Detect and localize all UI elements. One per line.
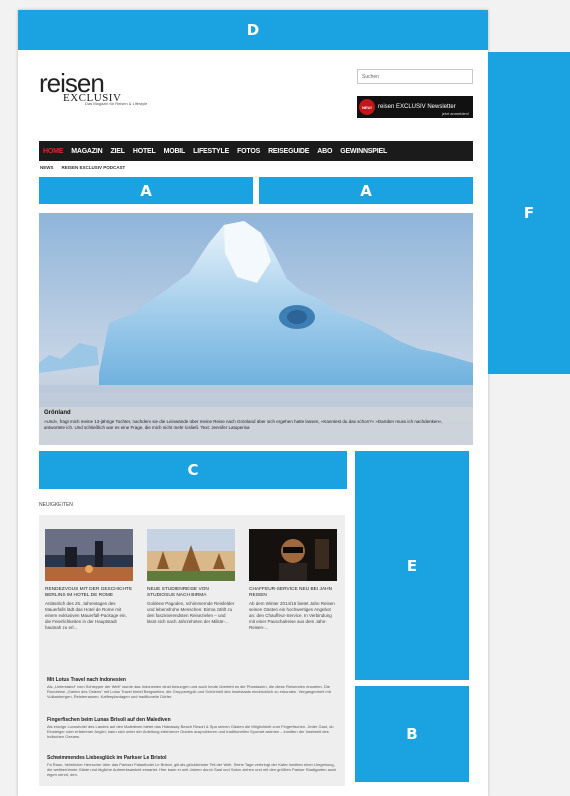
news-article-title: Fingerfischen beim Lunas Brisoli auf den… xyxy=(47,717,171,723)
ad-slot-c[interactable]: C xyxy=(39,451,347,489)
ad-slot-a-right[interactable]: A xyxy=(259,177,473,204)
nav-item-ziel[interactable]: ZIEL xyxy=(110,148,125,155)
subnav-item-podcast[interactable]: REISEN EXCLUSIV PODCAST xyxy=(62,165,126,170)
news-card-image xyxy=(147,529,235,581)
newsletter-new-badge: NEU! xyxy=(359,99,375,115)
main-nav: HOME MAGAZIN ZIEL HOTEL MOBIL LIFESTYLE … xyxy=(39,141,473,161)
hero-image[interactable]: Grönland »Und«, fragt mich meine 13-jähr… xyxy=(39,213,473,445)
site-tagline: Das Magazin für Reisen & Lifestyle xyxy=(85,101,148,106)
ad-slot-e[interactable]: E xyxy=(355,451,469,680)
news-card-image xyxy=(45,529,133,581)
news-card-text: Goldene Pagoden, schimmernde Reisfelder … xyxy=(147,601,235,624)
news-article[interactable]: Schwimmendes Liebesglück im Parkser Le B… xyxy=(47,755,337,777)
nav-item-gewinnspiel[interactable]: GEWINNSPIEL xyxy=(340,148,387,155)
news-card[interactable]: CHAFFEUR-SERVICE NEU BEI JAHN REISEN Ab … xyxy=(249,529,337,631)
nav-item-reiseguide[interactable]: REISEGUIDE xyxy=(268,148,309,155)
newsletter-label: reisen EXCLUSIV Newsletter xyxy=(378,103,456,110)
newsletter-sub-label: jetzt anmelden! xyxy=(441,111,469,116)
news-card[interactable]: NEUE STUDIENREISE VON STUDIOSUS NACH BIR… xyxy=(147,529,235,625)
news-article-text: Fa Raon, heimlicher Herrscher über das P… xyxy=(47,762,337,777)
site-logo[interactable]: reisen EXCLUSIV xyxy=(39,70,121,104)
ad-slot-f[interactable]: F xyxy=(488,52,570,374)
nav-item-lifestyle[interactable]: LIFESTYLE xyxy=(193,148,229,155)
nav-item-fotos[interactable]: FOTOS xyxy=(237,148,260,155)
news-card-title: NEUE STUDIENREISE VON STUDIOSUS NACH BIR… xyxy=(147,587,209,598)
newsletter-banner[interactable]: NEU! reisen EXCLUSIV Newsletter jetzt an… xyxy=(357,96,473,118)
news-card-text: Ab dem Winter 2014/15 bietet Jahn Reisen… xyxy=(249,601,335,630)
news-card-title: CHAFFEUR-SERVICE NEU BEI JAHN REISEN xyxy=(249,587,333,598)
news-section: RENDEZVOUS MIT DER GESCHICHTE BERLINS IM… xyxy=(39,515,345,786)
news-article-title: Mit Lotus Travel nach Indonesien xyxy=(47,677,126,683)
nav-item-magazin[interactable]: MAGAZIN xyxy=(71,148,102,155)
news-article-text: Als einzige Luxushotel des Landes auf de… xyxy=(47,724,334,739)
ad-slot-d[interactable]: D xyxy=(18,10,488,50)
news-article-text: Als „Unterstand“ vom Schlepper der Welt“… xyxy=(47,684,331,699)
news-card-image xyxy=(249,529,337,581)
news-card-text: Anlässlich des 25. Jahrestages des Mauer… xyxy=(45,601,127,630)
search-input[interactable]: Suchen xyxy=(357,69,473,84)
nav-item-home[interactable]: HOME xyxy=(43,148,63,155)
news-section-title: NEUIGKEITEN xyxy=(39,502,73,508)
nav-item-hotel[interactable]: HOTEL xyxy=(133,148,156,155)
news-article[interactable]: Fingerfischen beim Lunas Brisoli auf den… xyxy=(47,717,337,739)
sub-nav: NEWS REISEN EXCLUSIV PODCAST xyxy=(40,165,125,170)
hero-caption: Grönland »Und«, fragt mich meine 13-jähr… xyxy=(39,407,473,445)
nav-item-mobil[interactable]: MOBIL xyxy=(164,148,186,155)
ad-slot-a-left[interactable]: A xyxy=(39,177,253,204)
nav-item-abo[interactable]: ABO xyxy=(317,148,332,155)
news-card[interactable]: RENDEZVOUS MIT DER GESCHICHTE BERLINS IM… xyxy=(45,529,133,631)
news-article-title: Schwimmendes Liebesglück im Parkser Le B… xyxy=(47,755,167,761)
news-article[interactable]: Mit Lotus Travel nach Indonesien Als „Un… xyxy=(47,677,337,699)
ad-slot-b[interactable]: B xyxy=(355,686,469,782)
hero-text: »Und«, fragt mich meine 13-jährige Tocht… xyxy=(44,419,443,430)
news-card-title: RENDEZVOUS MIT DER GESCHICHTE BERLINS IM… xyxy=(45,587,133,598)
subnav-item-news[interactable]: NEWS xyxy=(40,165,54,170)
hero-title: Grönland xyxy=(44,410,71,416)
